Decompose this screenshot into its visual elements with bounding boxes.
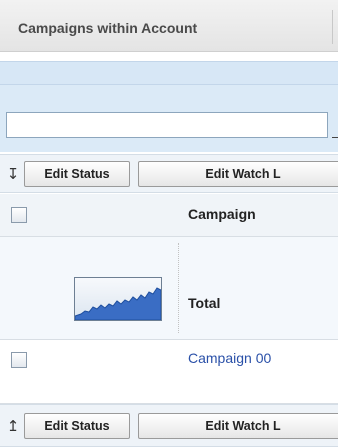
arrow-down-icon: ↧ — [6, 165, 20, 183]
row-checkbox[interactable] — [11, 352, 27, 368]
total-row: Total — [0, 237, 338, 340]
edit-status-button-bottom[interactable]: Edit Status — [24, 413, 130, 439]
arrow-up-icon: ↥ — [6, 417, 20, 435]
sparkline-area — [75, 287, 161, 320]
toolbar-strip — [0, 61, 338, 85]
column-divider — [178, 243, 179, 333]
sparkline-graph — [75, 287, 161, 320]
total-label: Total — [188, 295, 221, 311]
total-sparkline-chart[interactable] — [74, 277, 162, 321]
tab-label: Campaigns within Account — [18, 20, 198, 36]
filter-input[interactable] — [6, 112, 328, 138]
table-header-row: Campaign — [0, 194, 338, 237]
top-action-bar: ↧ Edit Status Edit Watch L — [0, 154, 338, 193]
tab-divider — [332, 10, 333, 44]
edit-status-button[interactable]: Edit Status — [24, 161, 130, 187]
edit-watch-list-button[interactable]: Edit Watch L — [138, 161, 338, 187]
filter-button-edge[interactable] — [332, 112, 338, 138]
edit-watch-list-button-bottom[interactable]: Edit Watch L — [138, 413, 338, 439]
select-all-checkbox[interactable] — [11, 207, 27, 223]
bottom-action-bar: ↥ Edit Status Edit Watch L — [0, 404, 338, 447]
campaigns-panel: Campaigns within Account ↧ Edit Status E… — [0, 0, 338, 447]
campaigns-tab[interactable]: Campaigns within Account — [0, 0, 338, 52]
campaign-column-header[interactable]: Campaign — [188, 206, 256, 222]
campaign-name-link[interactable]: Campaign 00 — [188, 350, 271, 366]
table-row: Campaign 00 — [0, 340, 338, 404]
